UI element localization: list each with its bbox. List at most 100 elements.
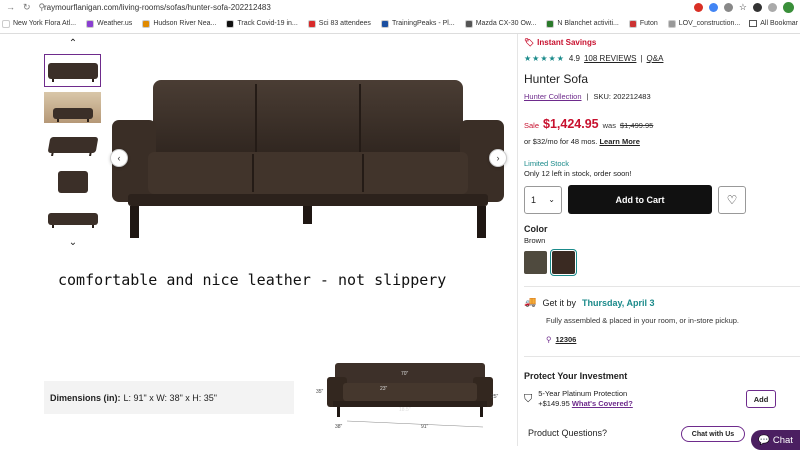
thumbnail-room[interactable]	[44, 91, 101, 124]
folder-icon	[749, 20, 758, 27]
color-swatch-brown[interactable]	[550, 249, 577, 276]
bookmarks-bar: New York Flora Atl... Weather.us Hudson Ri…	[0, 14, 800, 34]
bookmark-item[interactable]: TrainingPeaks - Pl...	[380, 19, 455, 28]
instant-savings-badge: 🏷 Instant Savings	[524, 38, 800, 47]
gallery-down-button[interactable]: ⌄	[44, 237, 102, 249]
puzzle-icon[interactable]	[753, 2, 762, 12]
delivery-row: 🚚 Get it by Thursday, April 3	[524, 297, 800, 308]
reload-icon[interactable]: ↻	[23, 2, 31, 13]
dim-right: 25"	[491, 394, 499, 400]
heart-icon: ♡	[726, 192, 738, 207]
bookmark-item[interactable]: Futon	[628, 19, 658, 28]
bookmark-item[interactable]: Sci 83 attendees	[307, 19, 371, 28]
section-divider	[524, 286, 800, 287]
bookmark-item[interactable]: New York Flora Atl...	[2, 19, 76, 28]
bookmark-favicon-icon	[2, 19, 10, 28]
dimensions-label: Dimensions (in):	[50, 392, 121, 403]
dim-depth: 38"	[335, 424, 343, 430]
color-swatch-gray[interactable]	[524, 251, 547, 274]
bookmark-label: LOV_construction...	[678, 20, 741, 27]
dim-middle: 23"	[380, 386, 388, 392]
bookmark-item[interactable]: N Blanchet activiti...	[546, 19, 619, 28]
chevron-right-icon: ›	[496, 153, 500, 163]
whats-covered-link[interactable]: What's Covered?	[572, 399, 633, 408]
add-protection-button[interactable]: Add	[746, 390, 776, 408]
instant-savings-label: Instant Savings	[537, 38, 597, 47]
address-input[interactable]: raymourflanigan.com/living-rooms/sofas/h…	[40, 3, 694, 12]
chat-with-us-button[interactable]: Chat with Us	[681, 426, 745, 442]
bookmark-item[interactable]: Hudson River Nea...	[142, 19, 216, 28]
thumbnail-back[interactable]	[44, 202, 101, 235]
carousel-next-button[interactable]: ›	[489, 149, 507, 167]
quantity-value: 1	[531, 194, 537, 205]
bookmark-favicon-icon	[307, 19, 316, 28]
tag-icon: 🏷	[524, 38, 535, 47]
chevron-left-icon: ‹	[117, 153, 121, 163]
dim-length: 91"	[421, 424, 429, 430]
learn-more-link[interactable]: Learn More	[599, 137, 639, 146]
profile-avatar[interactable]	[783, 1, 794, 13]
gallery-up-button[interactable]: ⌃	[44, 38, 102, 50]
thumbnail-front[interactable]	[44, 54, 101, 87]
rating-row: ★★★★★ 4.9 108 REVIEWS | Q&A	[524, 54, 800, 63]
bookmark-item[interactable]: Weather.us	[86, 19, 133, 28]
dim-top: 70"	[401, 371, 409, 377]
extensions: ☆	[693, 1, 800, 13]
rating-separator: |	[640, 54, 643, 63]
google-icon[interactable]	[708, 2, 718, 12]
bookmark-star-icon[interactable]: ☆	[739, 2, 747, 13]
forward-icon[interactable]: →	[6, 2, 15, 13]
add-to-cart-button[interactable]: Add to Cart	[568, 185, 712, 214]
section-divider	[524, 356, 800, 357]
buy-row: 1 ⌄ Add to Cart ♡	[524, 185, 800, 214]
dim-left: 35"	[316, 389, 324, 395]
zip-link[interactable]: 12306	[556, 335, 577, 344]
assembled-note: Fully assembled & placed in your room, o…	[546, 316, 740, 325]
bookmark-favicon-icon	[667, 19, 676, 28]
extension-icon[interactable]	[693, 2, 703, 12]
product-title: Hunter Sofa	[524, 72, 589, 86]
qa-link[interactable]: Q&A	[647, 54, 664, 63]
protect-heading: Protect Your Investment	[524, 371, 628, 381]
bookmark-label: Futon	[639, 20, 658, 27]
quantity-select[interactable]: 1 ⌄	[524, 185, 562, 214]
all-bookmarks-label: All Bookmar	[760, 20, 798, 27]
bookmark-favicon-icon	[628, 19, 637, 28]
sidepanel-icon[interactable]	[768, 2, 777, 12]
stock-message: Only 12 left in stock, order soon!	[524, 169, 632, 178]
product-questions-heading: Product Questions?	[528, 428, 608, 438]
bookmark-item[interactable]: Mazda CX-30 Ow...	[464, 19, 536, 28]
bookmark-item[interactable]: LOV_construction...	[667, 19, 741, 28]
truck-icon: 🚚	[524, 297, 537, 308]
sale-price: $1,424.95	[543, 117, 599, 131]
price-row: Sale $1,424.95 was $1,499.95	[524, 117, 800, 131]
chat-label: Chat	[772, 434, 793, 446]
share-icon[interactable]	[723, 2, 733, 12]
bookmark-item[interactable]: Track Covid-19 in...	[226, 19, 298, 28]
bookmark-label: Track Covid-19 in...	[237, 20, 298, 27]
bookmark-favicon-icon	[380, 19, 389, 28]
shield-icon: ⛉	[524, 392, 533, 405]
thumbnail-angle[interactable]	[44, 128, 101, 161]
chevron-down-icon: ⌄	[68, 237, 78, 248]
collection-link[interactable]: Hunter Collection	[524, 92, 582, 101]
bookmark-label: N Blanchet activiti...	[557, 20, 619, 27]
color-swatches	[524, 249, 800, 276]
bookmark-favicon-icon	[546, 19, 555, 28]
browser-url-bar: → ↻ ⚲ raymourflanigan.com/living-rooms/s…	[0, 0, 800, 14]
collection-row: Hunter Collection | SKU: 202212483	[524, 92, 800, 101]
star-rating-icon: ★★★★★	[524, 54, 565, 63]
thumbnail-side[interactable]	[44, 165, 101, 198]
browser-nav: → ↻ ⚲	[0, 2, 45, 13]
dim-seat: 18.5"	[399, 407, 411, 413]
thumbnail-gallery: ⌃ ⌄	[44, 38, 102, 249]
location-pin-icon: ⚲	[546, 335, 552, 344]
chat-fab-button[interactable]: 💬 Chat	[751, 430, 800, 450]
carousel-prev-button[interactable]: ‹	[110, 149, 128, 167]
wishlist-button[interactable]: ♡	[718, 185, 746, 214]
reviews-link[interactable]: 108 REVIEWS	[584, 54, 636, 63]
dimensions-box: Dimensions (in): L: 91" x W: 38" x H: 35…	[44, 381, 294, 414]
bookmark-favicon-icon	[86, 19, 95, 28]
bookmark-label: Weather.us	[97, 20, 133, 27]
all-bookmarks[interactable]: All Bookmar	[749, 20, 798, 27]
